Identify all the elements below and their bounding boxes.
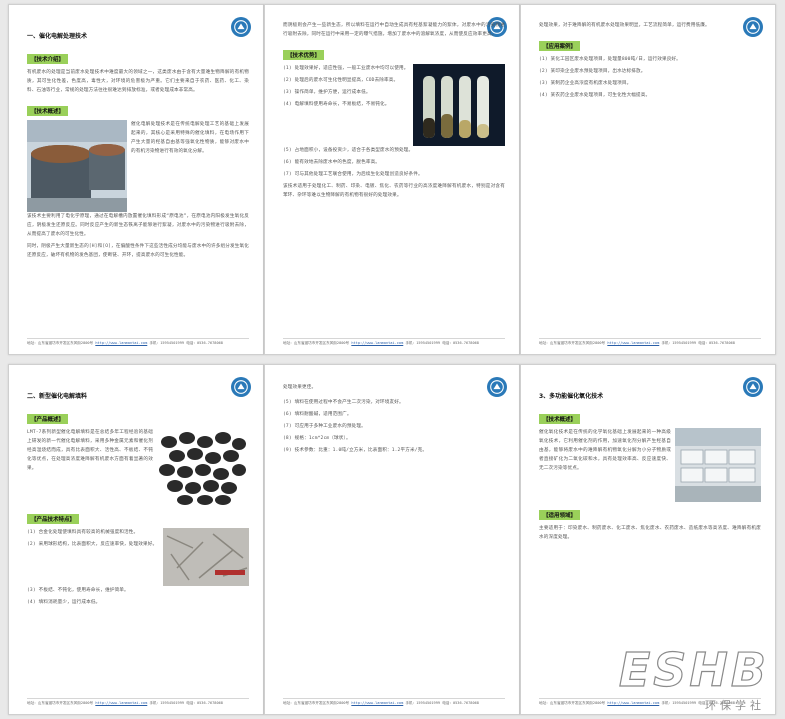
field-paragraph: 主要适用于：印染废水、制药废水、化工废水、焦化废水、农药废水、造纸废水等高浓度、… <box>539 526 761 540</box>
list-item: (5) 填料在使用过程中不会产生二次污染，对环境友好。 <box>283 400 404 405</box>
filler-pellets-photo <box>157 428 249 506</box>
list-item: (3) 操作简单，维护方便，运行成本低。 <box>283 90 371 95</box>
feature-label: 【产品技术特点】 <box>27 514 80 524</box>
principle-paragraph-3: 同时，阴极产生大量新生态的[H]和[O]，在偏酸性条件下这些活性成分均能与废水中… <box>27 244 249 258</box>
intro-paragraph: 催化氧化技术是在传统的化学氧化基础上发展起来的一种高级氧化技术，它利用催化剂的作… <box>539 430 671 471</box>
document-page-1: 一、催化电解处理技术 【技术介绍】 有机废水的处理是当前废水处理技术中难度最大的… <box>8 4 264 355</box>
footer-link[interactable]: http://www.lanmantai.com <box>95 341 147 345</box>
intro-label: 【技术概述】 <box>539 414 581 424</box>
list-item: (2) 采用球形结构，比表面积大，反应速率快，处理效果好。 <box>27 542 158 547</box>
list-item: (8) 规格：1cm*2cm（球状）。 <box>283 436 351 441</box>
list-item: (3) 不板结、不钝化，使用寿命长，维护简单。 <box>27 588 129 593</box>
page-footer: 地址：山东省潍坊市开发区东风街2800号 http://www.lanmanta… <box>27 338 249 346</box>
product-label: 【产品概述】 <box>27 414 69 424</box>
continued-paragraph: 处理效果，对于难降解的有机废水处理效果明显，工艺流程简单，运行费用低廉。 <box>539 23 710 28</box>
list-item: (4) 填料消耗量少，运行成本低。 <box>27 600 101 605</box>
footer-link[interactable]: http://www.lanmantai.com <box>351 701 403 705</box>
apply-label: 【应用案例】 <box>539 41 581 51</box>
sample-tubes-photo <box>413 64 505 146</box>
tail-paragraph: 该技术适用于处理化工、制药、印染、电镀、焦化、农药等行业的高浓度难降解有机废水，… <box>283 184 505 198</box>
pellet-closeup-photo <box>163 528 249 586</box>
page-footer: 地址：山东省潍坊市开发区东风街2800号 http://www.lanmanta… <box>27 698 249 706</box>
product-paragraph: LMT-7系列新型催化电解填料是在总结多年工程经验的基础上研发的新一代催化电解填… <box>27 430 153 471</box>
principle-paragraph-1: 催化电解处理技术是在传统电解处理工艺的基础上发展起来的，其核心是采用特殊的催化填… <box>131 122 249 154</box>
principle-paragraph-2: 该技术主要利用了电化学原理，通过在电解槽内放置催化填料形成“原电池”，在原电池内… <box>27 214 249 237</box>
list-item: (7) 可应用于多种工业废水的预处理。 <box>283 424 366 429</box>
footer-link[interactable]: http://www.lanmantai.com <box>607 701 659 705</box>
list-item: (4) 某农药企业废水处理项目，可生化性大幅提高。 <box>539 93 651 98</box>
equipment-photo <box>675 428 761 502</box>
continued-paragraph: 处理效果更佳。 <box>283 385 317 390</box>
document-page-4: 二、新型催化电解填料 【产品概述】 LMT-7系列新型催化电解填料是在总结多年工… <box>8 364 264 715</box>
list-item: (6) 能有效地去除废水中的色度，脱色率高。 <box>283 160 381 165</box>
tank-photo <box>27 120 127 212</box>
list-item: (9) 技术参数：比重：1.0吨/立方米，比表面积：1.2平方米/克。 <box>283 448 428 453</box>
page-footer: 地址：山东省潍坊市开发区东风街2800号 http://www.lanmanta… <box>283 338 505 346</box>
list-item: (2) 处理后的废水可生化性明显提高，COD去除率高。 <box>283 78 399 83</box>
footer-link[interactable]: http://www.lanmantai.com <box>351 341 403 345</box>
list-item: (1) 合金化处理使填料具有较高的机械强度和活性。 <box>27 530 139 535</box>
list-item: (7) 可与其他处理工艺联合使用，为后续生化处理创造良好条件。 <box>283 172 423 177</box>
tech-intro-label: 【技术介绍】 <box>27 54 69 64</box>
list-item: (4) 电解填料使用寿命长，不易板结，不易钝化。 <box>283 102 390 107</box>
intro-paragraph: 有机废水的处理是当前废水处理技术中难度最大的领域之一，这类废水由于含有大量难生物… <box>27 70 249 93</box>
site-watermark: ESHB <box>618 642 769 697</box>
principle-label: 【技术概述】 <box>27 106 69 116</box>
continued-paragraph: 而阴极则会产生一些新生态，所以填料在运行中自动生成具有羟基絮凝能力的絮体，对废水… <box>283 23 505 37</box>
document-page-2: 而阴极则会产生一些新生态，所以填料在运行中自动生成具有羟基絮凝能力的絮体，对废水… <box>264 4 520 355</box>
list-item: (1) 某化工园区废水处理项目，处理量800吨/日，运行效果良好。 <box>539 57 681 62</box>
section-title: 一、催化电解处理技术 <box>27 33 88 40</box>
list-item: (1) 处理效果好，适应性强，一般工业废水中均可以使用。 <box>283 66 409 71</box>
footer-link[interactable]: http://www.lanmantai.com <box>607 341 659 345</box>
section-title: 3、多功能催化氧化技术 <box>539 393 604 400</box>
page-footer: 地址：山东省潍坊市开发区东风街2800号 http://www.lanmanta… <box>283 698 505 706</box>
advantage-label: 【技术优势】 <box>283 50 325 60</box>
document-page-3: 处理效果，对于难降解的有机废水处理效果明显，工艺流程简单，运行费用低廉。 【应用… <box>520 4 776 355</box>
document-page-5: 处理效果更佳。 (5) 填料在使用过程中不会产生二次污染，对环境友好。 (6) … <box>264 364 520 715</box>
footer-link[interactable]: http://www.lanmantai.com <box>95 701 147 705</box>
field-label: 【适用领域】 <box>539 510 581 520</box>
list-item: (5) 占地面积小，设备投资少，适合于各类型废水的预处理。 <box>283 148 414 153</box>
site-watermark-subtitle: 环保学社 <box>705 699 765 712</box>
list-item: (6) 填料耐酸碱，适用范围广。 <box>283 412 352 417</box>
page-footer: 地址：山东省潍坊市开发区东风街2800号 http://www.lanmanta… <box>539 338 761 346</box>
section-title: 二、新型催化电解填料 <box>27 393 88 400</box>
list-item: (2) 某印染企业废水预处理项目，出水达标排放。 <box>539 69 646 74</box>
list-item: (3) 某制药企业高浓度有机废水处理项目。 <box>539 81 632 86</box>
